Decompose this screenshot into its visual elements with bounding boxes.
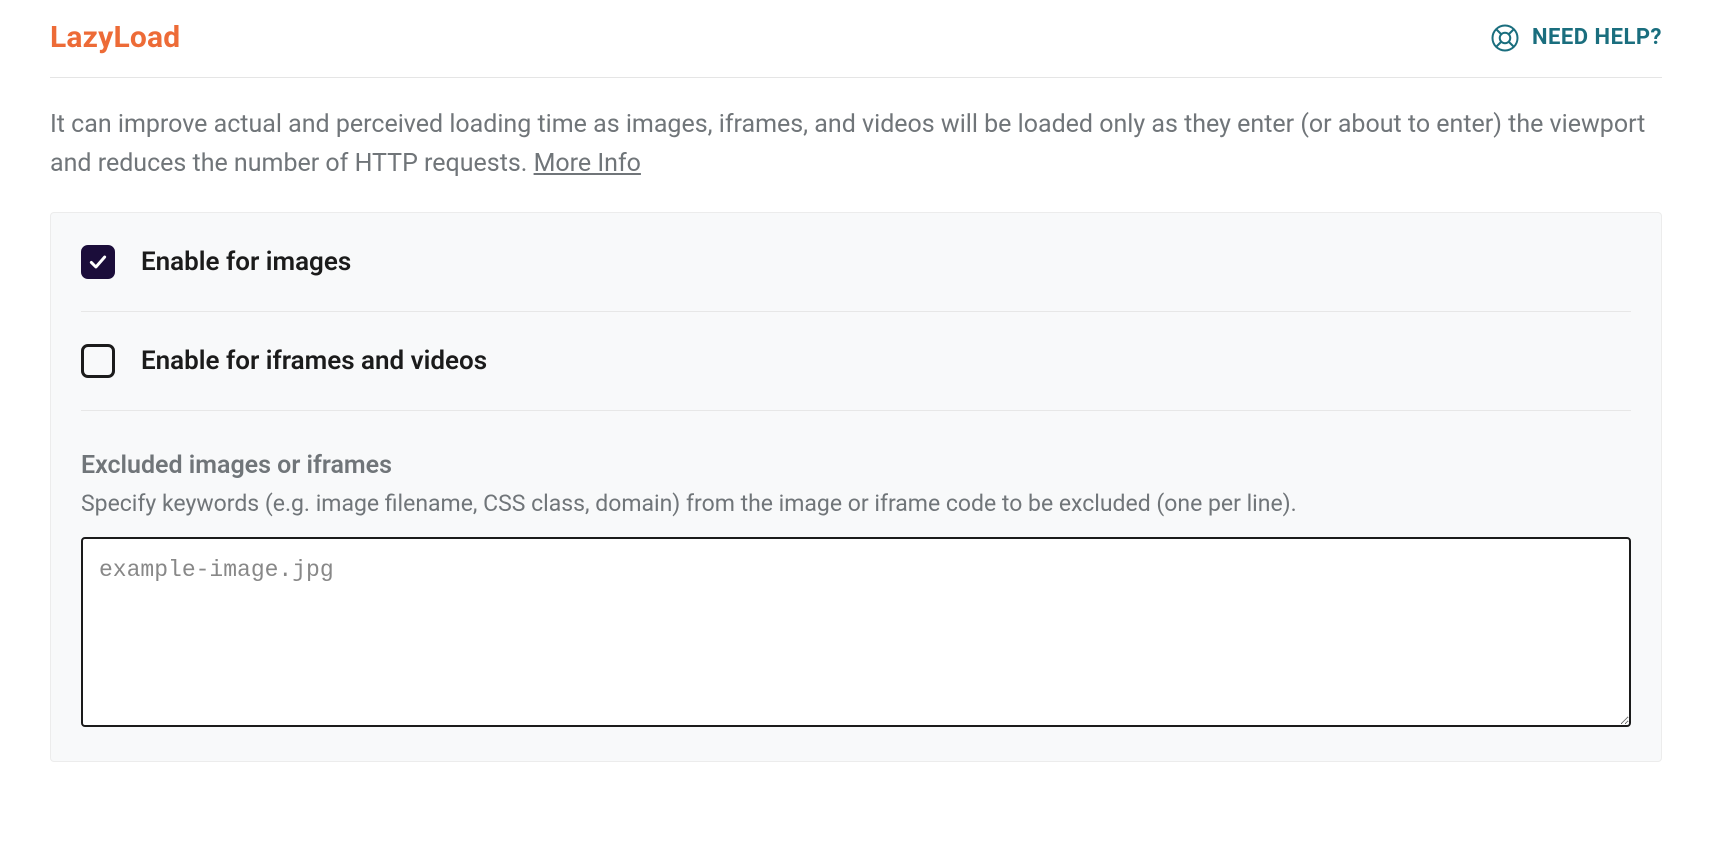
lifebuoy-icon — [1490, 23, 1520, 53]
checkbox-enable-images[interactable] — [81, 245, 115, 279]
option-enable-iframes-label: Enable for iframes and videos — [141, 346, 487, 376]
need-help-label: NEED HELP? — [1532, 25, 1662, 50]
excluded-textarea[interactable] — [81, 537, 1631, 727]
checkbox-enable-iframes[interactable] — [81, 344, 115, 378]
section-title: LazyLoad — [50, 20, 180, 55]
excluded-title: Excluded images or iframes — [81, 451, 1631, 480]
section-description: It can improve actual and perceived load… — [50, 78, 1662, 184]
lazyload-panel: LazyLoad NEED HELP? It can improve actua… — [0, 0, 1712, 792]
option-enable-iframes[interactable]: Enable for iframes and videos — [81, 312, 1631, 411]
settings-box: Enable for images Enable for iframes and… — [50, 212, 1662, 762]
option-enable-images-label: Enable for images — [141, 247, 351, 277]
need-help-link[interactable]: NEED HELP? — [1490, 23, 1662, 53]
more-info-link[interactable]: More Info — [534, 149, 641, 178]
section-header: LazyLoad NEED HELP? — [50, 20, 1662, 78]
section-description-text: It can improve actual and perceived load… — [50, 110, 1645, 178]
option-enable-images[interactable]: Enable for images — [81, 213, 1631, 312]
excluded-description: Specify keywords (e.g. image filename, C… — [81, 490, 1631, 517]
excluded-section: Excluded images or iframes Specify keywo… — [81, 411, 1631, 731]
